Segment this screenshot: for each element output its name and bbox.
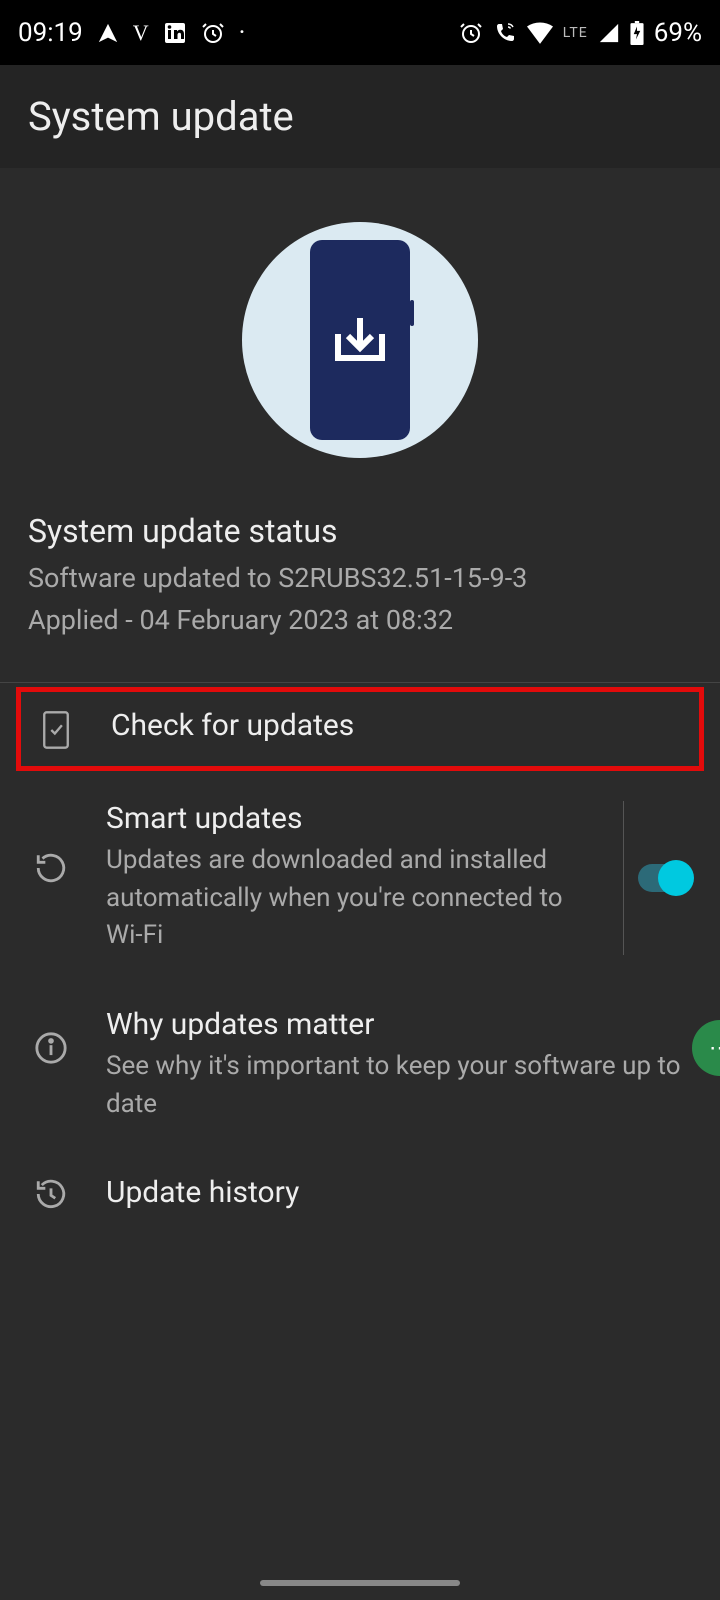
check-for-updates-item[interactable]: Check for updates	[21, 692, 699, 766]
download-icon	[330, 314, 390, 366]
smart-sub: Updates are downloaded and installed aut…	[106, 842, 583, 955]
page-title: System update	[28, 93, 692, 140]
app-header: System update	[0, 65, 720, 168]
send-icon	[97, 22, 119, 44]
history-title: Update history	[106, 1175, 692, 1210]
status-applied: Applied - 04 February 2023 at 08:32	[28, 604, 692, 636]
update-status-section: System update status Software updated to…	[0, 488, 720, 682]
hero-illustration	[0, 168, 720, 488]
update-history-item[interactable]: Update history	[0, 1149, 720, 1242]
wifi-icon	[527, 22, 553, 44]
smart-title: Smart updates	[106, 801, 583, 836]
smart-updates-toggle[interactable]	[638, 864, 692, 892]
wifi-calling-icon	[493, 21, 517, 45]
status-heading: System update status	[28, 512, 692, 550]
why-title: Why updates matter	[106, 1007, 692, 1042]
battery-icon	[630, 21, 644, 45]
lte-label: LTE	[563, 25, 588, 41]
alarm-right-icon	[459, 21, 483, 45]
phone-graphic	[310, 240, 410, 440]
status-version: Software updated to S2RUBS32.51-15-9-3	[28, 562, 692, 594]
check-title: Check for updates	[111, 708, 687, 743]
alarm-icon	[201, 21, 225, 45]
battery-percent: 69%	[654, 18, 702, 48]
divider	[0, 682, 720, 683]
signal-icon	[598, 22, 620, 44]
dot-icon: ·	[239, 18, 246, 48]
more-dots-icon: ⋯	[709, 1036, 720, 1061]
smart-updates-item[interactable]: Smart updates Updates are downloaded and…	[0, 775, 720, 981]
status-time: 09:19	[18, 18, 83, 48]
refresh-icon	[28, 801, 74, 885]
hero-circle	[242, 222, 478, 458]
info-icon	[28, 1007, 74, 1065]
why-updates-item[interactable]: Why updates matter See why it's importan…	[0, 981, 720, 1149]
v-icon: V	[133, 20, 149, 46]
highlight-box: Check for updates	[16, 687, 704, 771]
why-sub: See why it's important to keep your soft…	[106, 1048, 692, 1123]
phone-check-icon	[33, 708, 79, 750]
history-icon	[28, 1175, 74, 1211]
status-bar: 09:19 V · LTE 69%	[0, 0, 720, 65]
navigation-handle[interactable]	[260, 1580, 460, 1586]
linkedin-icon	[163, 21, 187, 45]
